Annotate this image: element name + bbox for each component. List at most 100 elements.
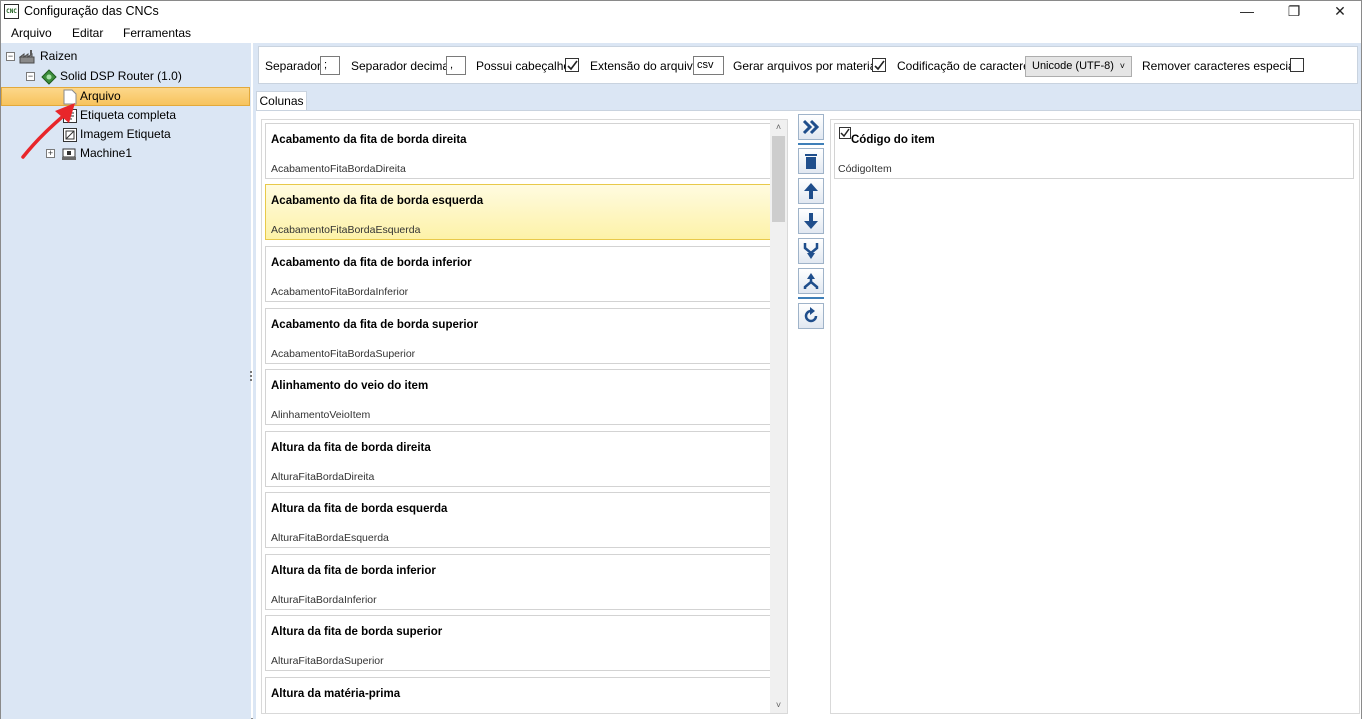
chevron-down-icon: ˅	[1119, 61, 1125, 71]
per-material-label: Gerar arquivos por material	[733, 59, 880, 73]
available-columns-list[interactable]: Acabamento da fita de borda direita Acab…	[261, 119, 788, 714]
selected-columns-list[interactable]: Código do item CódigoItem	[830, 119, 1360, 714]
menu-editar[interactable]: Editar	[72, 26, 103, 40]
action-separator	[798, 143, 824, 145]
list-scrollbar[interactable]: ˄ ˅	[770, 120, 787, 713]
encoding-label: Codificação de caracteres	[897, 59, 1036, 73]
split-icon	[803, 273, 819, 289]
factory-icon	[19, 50, 35, 64]
column-key: AlinhamentoVeioItem	[271, 409, 371, 421]
column-key: AlturaFitaBordaSuperior	[271, 655, 384, 667]
list-item[interactable]: Acabamento da fita de borda inferior Aca…	[265, 246, 771, 302]
columns-panel: Acabamento da fita de borda direita Acab…	[256, 110, 1361, 719]
close-button[interactable]: ✕	[1317, 1, 1362, 23]
green-diamond-icon	[41, 69, 57, 85]
per-material-checkbox[interactable]	[872, 58, 886, 72]
column-key: AcabamentoFitaBordaEsquerda	[271, 224, 421, 236]
title-bar: CNC Configuração das CNCs — ❐ ✕	[1, 1, 1361, 23]
delete-button[interactable]	[798, 148, 824, 174]
encoding-select[interactable]: Unicode (UTF-8) ˅	[1025, 56, 1132, 77]
selected-column-title: Código do item	[851, 134, 935, 146]
column-key: AlturaFitaBordaEsquerda	[271, 532, 389, 544]
column-title: Acabamento da fita de borda inferior	[271, 257, 472, 269]
main-window: CNC Configuração das CNCs — ❐ ✕ Arquivo …	[0, 0, 1362, 719]
decimal-separator-label: Separador decimal	[351, 59, 452, 73]
move-down-icon	[804, 213, 818, 229]
check-mark-icon	[874, 60, 885, 71]
minimize-button[interactable]: —	[1224, 1, 1270, 23]
cnc-app-icon: CNC	[4, 4, 19, 19]
column-title: Acabamento da fita de borda esquerda	[271, 195, 484, 207]
options-toolbar: Separador ; Separador decimal , Possui c…	[258, 46, 1358, 84]
check-mark-icon	[840, 128, 850, 138]
remove-special-label: Remover caracteres especiais	[1142, 59, 1304, 73]
list-item[interactable]: Acabamento da fita de borda direita Acab…	[265, 123, 771, 179]
file-extension-label: Extensão do arquivo	[590, 59, 700, 73]
list-item[interactable]: Altura da fita de borda inferior AlturaF…	[265, 554, 771, 610]
list-item[interactable]: Altura da matéria-prima	[265, 677, 771, 713]
merge-icon	[803, 243, 819, 259]
column-key: AlturaFitaBordaInferior	[271, 594, 377, 606]
encoding-value: Unicode (UTF-8)	[1032, 60, 1114, 72]
collapse-root-icon[interactable]: −	[6, 52, 15, 61]
maximize-button[interactable]: ❐	[1271, 1, 1317, 23]
tree-item-machine1[interactable]: Machine1	[80, 144, 132, 163]
has-header-checkbox[interactable]	[565, 58, 579, 72]
collapse-router-icon[interactable]: −	[26, 72, 35, 81]
list-item[interactable]: Altura da fita de borda superior AlturaF…	[265, 615, 771, 671]
check-mark-icon	[567, 60, 578, 71]
menu-arquivo[interactable]: Arquivo	[11, 26, 52, 40]
tree-item-raizen[interactable]: Raizen	[40, 47, 77, 66]
move-up-icon	[804, 183, 818, 199]
column-key: AcabamentoFitaBordaDireita	[271, 163, 406, 175]
list-item[interactable]: Altura da fita de borda direita AlturaFi…	[265, 431, 771, 487]
refresh-button[interactable]	[798, 303, 824, 329]
delete-icon	[805, 154, 817, 169]
selected-column-key: CódigoItem	[838, 163, 892, 175]
window-title: Configuração das CNCs	[24, 4, 159, 18]
list-item[interactable]: Alinhamento do veio do item AlinhamentoV…	[265, 369, 771, 425]
column-title: Altura da fita de borda esquerda	[271, 503, 448, 515]
annotation-arrow-icon	[21, 103, 75, 159]
split-button[interactable]	[798, 268, 824, 294]
menu-ferramentas[interactable]: Ferramentas	[123, 26, 191, 40]
column-title: Altura da matéria-prima	[271, 688, 401, 700]
column-title: Altura da fita de borda direita	[271, 442, 431, 454]
column-key: AcabamentoFitaBordaSuperior	[271, 348, 416, 360]
separator-input[interactable]: ;	[320, 56, 340, 75]
file-extension-input[interactable]: csv	[693, 56, 724, 75]
move-down-button[interactable]	[798, 208, 824, 234]
tree-item-imagem-etiqueta[interactable]: Imagem Etiqueta	[80, 125, 171, 144]
list-item[interactable]: Código do item CódigoItem	[834, 123, 1354, 179]
action-separator	[798, 297, 824, 299]
list-item[interactable]: Acabamento da fita de borda esquerda Aca…	[265, 184, 771, 240]
tree-item-etiqueta-completa[interactable]: Etiqueta completa	[80, 106, 176, 125]
column-title: Acabamento da fita de borda superior	[271, 319, 479, 331]
tree-item-arquivo[interactable]: Arquivo	[80, 87, 121, 106]
list-item[interactable]: Acabamento da fita de borda superior Aca…	[265, 308, 771, 364]
scroll-thumb[interactable]	[772, 136, 785, 222]
column-key: AlturaFitaBordaDireita	[271, 471, 375, 483]
column-title: Acabamento da fita de borda direita	[271, 134, 467, 146]
scroll-up-icon[interactable]: ˄	[770, 120, 787, 134]
has-header-label: Possui cabeçalho	[476, 59, 571, 73]
merge-button[interactable]	[798, 238, 824, 264]
scroll-down-icon[interactable]: ˅	[770, 698, 787, 712]
decimal-separator-input[interactable]: ,	[446, 56, 466, 75]
separator-label: Separador	[265, 59, 322, 73]
column-title: Altura da fita de borda superior	[271, 626, 443, 638]
selected-column-checkbox[interactable]	[839, 127, 851, 139]
add-all-icon	[802, 119, 820, 135]
tree-item-solid-dsp-router[interactable]: Solid DSP Router (1.0)	[60, 67, 182, 86]
move-up-button[interactable]	[798, 178, 824, 204]
column-key: AcabamentoFitaBordaInferior	[271, 286, 409, 298]
list-item[interactable]: Altura da fita de borda esquerda AlturaF…	[265, 492, 771, 548]
refresh-icon	[804, 307, 818, 323]
menu-bar: Arquivo Editar Ferramentas	[1, 23, 1361, 43]
column-title: Alinhamento do veio do item	[271, 380, 429, 392]
config-area: Separador ; Separador decimal , Possui c…	[253, 43, 1361, 719]
tab-colunas[interactable]: Colunas	[256, 91, 307, 111]
add-all-button[interactable]	[798, 114, 824, 140]
remove-special-checkbox[interactable]	[1290, 58, 1304, 72]
column-title: Altura da fita de borda inferior	[271, 565, 436, 577]
